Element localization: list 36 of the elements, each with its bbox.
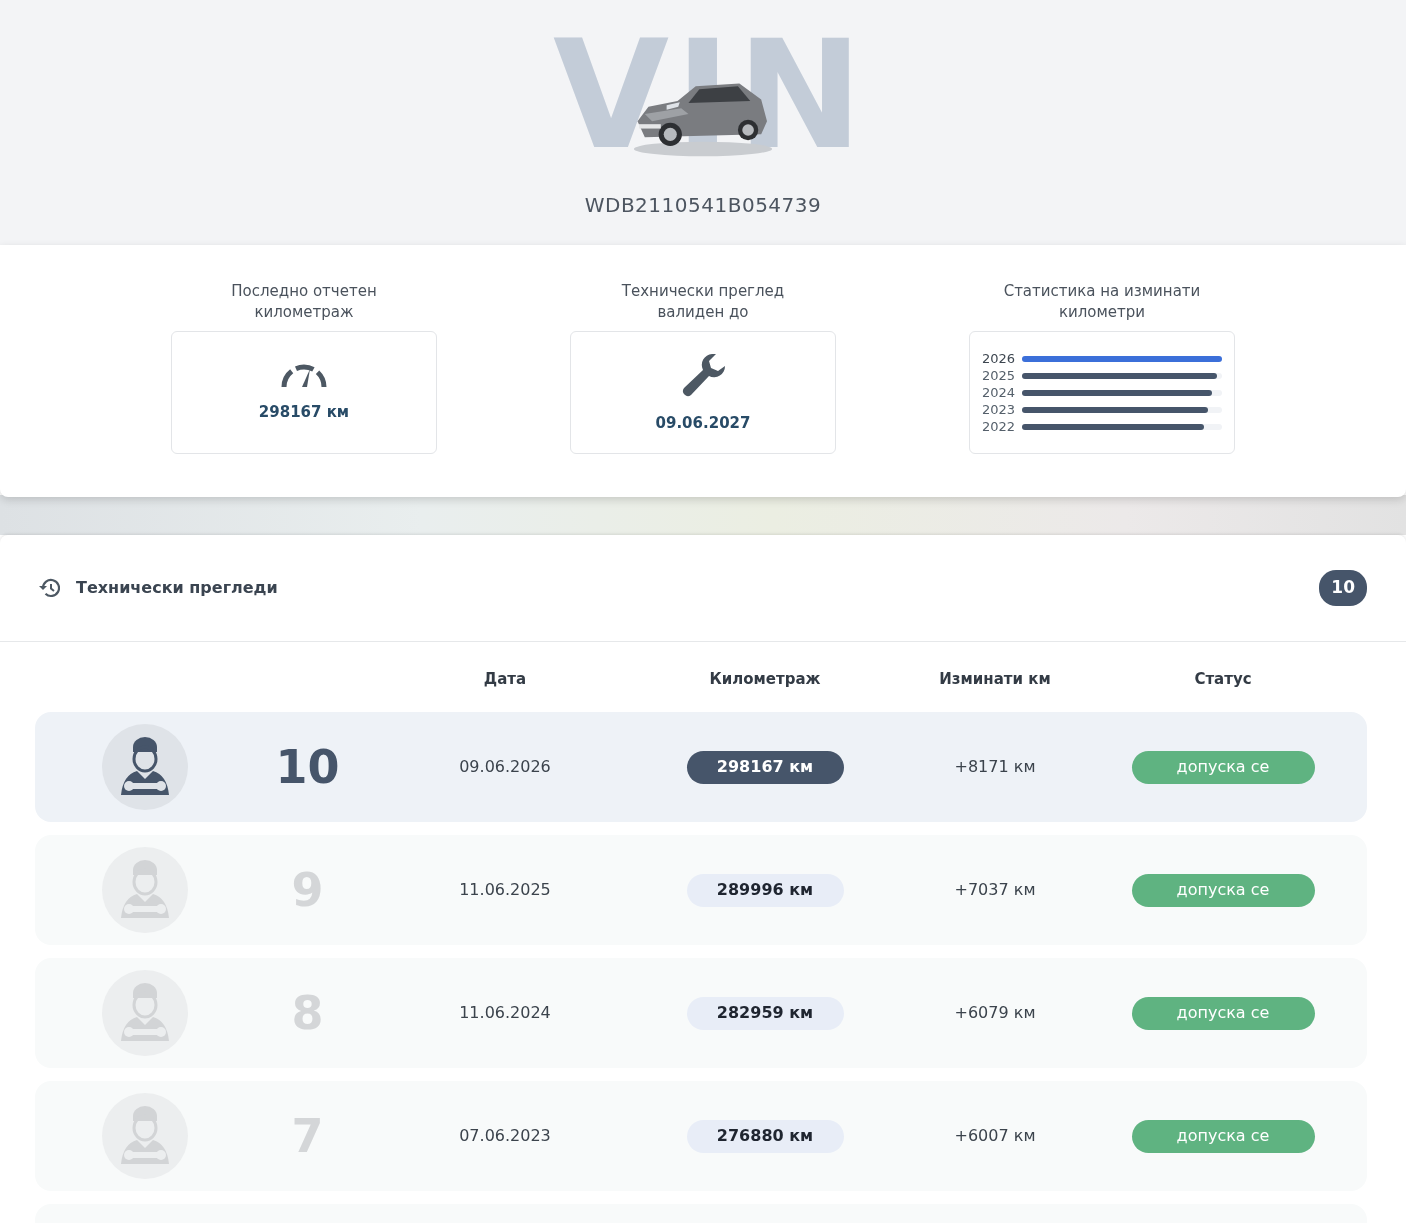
inspection-number: 10: [274, 738, 341, 796]
distance-cell-text: +7037 км: [953, 879, 1037, 901]
status-badge: допуска се: [1131, 996, 1315, 1030]
year-label: 2024: [982, 383, 1016, 402]
status-badge: допуска се: [1131, 873, 1315, 907]
date-cell-text: 09.06.2026: [458, 756, 552, 778]
date-cell-text: 07.06.2023: [458, 1125, 552, 1147]
mileage-value: 298167 км: [258, 402, 350, 424]
column-header: Изминати км: [938, 668, 1052, 690]
count-badge: 10: [1319, 570, 1367, 606]
year-label: 2022: [982, 417, 1016, 436]
mileage-badge: 298167 км: [686, 750, 844, 784]
mileage-badge: 276880 км: [686, 1119, 844, 1153]
status-badge: допуска се: [1131, 750, 1315, 784]
vin-number: WDB2110541B054739: [584, 192, 822, 219]
year-label: 2025: [982, 366, 1016, 385]
distance-cell-text: +8171 км: [953, 756, 1037, 778]
inspection-row[interactable]: 10 09.06.2026 298167 км +8171 км допуска се: [35, 712, 1367, 822]
year-label: 2023: [982, 400, 1016, 419]
mileage-badge: 282959 км: [686, 996, 844, 1030]
column-header: Километраж: [708, 668, 822, 690]
date-cell-text: 11.06.2025: [458, 879, 552, 901]
card-title: Последно отчетен километраж: [230, 281, 378, 323]
column-header: Статус: [1193, 668, 1253, 690]
inspection-date: 09.06.2027: [655, 413, 751, 435]
year-label: 2026: [982, 349, 1016, 368]
status-badge: допуска се: [1131, 1119, 1315, 1153]
distance-cell-text: +6079 км: [953, 1002, 1037, 1024]
column-header: Дата: [482, 668, 528, 690]
history-icon: [38, 578, 60, 598]
card-title: Статистика на изминати километри: [1002, 281, 1202, 323]
date-cell-text: 11.06.2024: [458, 1002, 552, 1024]
card-title: Технически преглед валиден до: [620, 281, 786, 323]
distance-cell-text: +6007 км: [953, 1125, 1037, 1147]
section-title: Технически прегледи: [76, 577, 278, 599]
mileage-badge: 289996 км: [686, 873, 844, 907]
